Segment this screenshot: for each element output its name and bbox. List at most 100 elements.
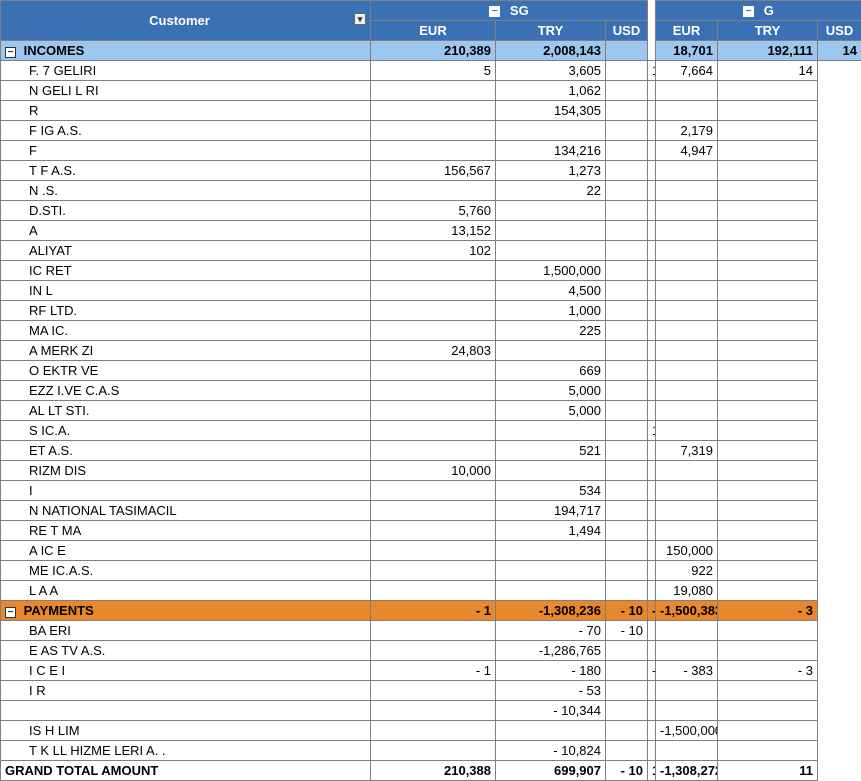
cell	[606, 421, 648, 441]
cell	[606, 221, 648, 241]
cell	[656, 361, 718, 381]
cell	[606, 61, 648, 81]
cell	[648, 201, 656, 221]
cell	[718, 421, 818, 441]
table-row[interactable]: BA ERI- 70- 10	[1, 621, 861, 641]
cell: 22	[496, 181, 606, 201]
table-row[interactable]: D.STI.5,760	[1, 201, 861, 221]
table-row[interactable]: RE T MA1,494	[1, 521, 861, 541]
incomes-section-row[interactable]: − INCOMES 210,389 2,008,143 18,701 192,1…	[1, 41, 861, 61]
col-usd2[interactable]: USD	[818, 21, 861, 41]
cell: - 53	[496, 681, 606, 701]
table-row[interactable]: MA IC. 225	[1, 321, 861, 341]
table-row[interactable]: N .S.22	[1, 181, 861, 201]
table-row[interactable]: A MERK ZI24,803	[1, 341, 861, 361]
cell: 24,803	[371, 341, 496, 361]
cell	[648, 621, 656, 641]
cell	[656, 241, 718, 261]
table-row[interactable]: AL LT STI.5,000	[1, 401, 861, 421]
financial-pivot-table: Customer ▾ − SG − G EUR TRY USD EUR TRY …	[0, 0, 861, 781]
table-row[interactable]: - 10,344	[1, 701, 861, 721]
cell	[648, 461, 656, 481]
cell	[656, 421, 718, 441]
table-row[interactable]: IS H LIM-1,500,000	[1, 721, 861, 741]
cell: 150,000	[656, 541, 718, 561]
table-row[interactable]: N NATIONAL TASIMACIL194,717	[1, 501, 861, 521]
collapse-icon[interactable]: −	[5, 47, 16, 58]
collapse-icon[interactable]: −	[743, 6, 754, 17]
cell: 4,947	[656, 141, 718, 161]
cell	[648, 721, 656, 741]
col-try2[interactable]: TRY	[718, 21, 818, 41]
table-row[interactable]: IN L4,500	[1, 281, 861, 301]
cell	[648, 181, 656, 201]
table-row[interactable]: I534	[1, 481, 861, 501]
cell: 11	[718, 761, 818, 781]
cell	[496, 221, 606, 241]
customer-header[interactable]: Customer ▾	[1, 1, 371, 41]
customer-label: Customer	[149, 13, 210, 28]
cell	[606, 401, 648, 421]
row-label: ALIYAT	[1, 241, 371, 261]
group1-header[interactable]: − SG	[371, 1, 648, 21]
cell	[718, 201, 818, 221]
col-eur2[interactable]: EUR	[656, 21, 718, 41]
cell	[606, 241, 648, 261]
table-row[interactable]: I R- 53	[1, 681, 861, 701]
table-row[interactable]: S IC.A. 18,700	[1, 421, 861, 441]
cell	[648, 161, 656, 181]
cell	[496, 541, 606, 561]
cell: 521	[496, 441, 606, 461]
table-row[interactable]: F IG A.S.2,179	[1, 121, 861, 141]
collapse-icon[interactable]: −	[489, 6, 500, 17]
row-label: L A A	[1, 581, 371, 601]
cell: 225	[496, 321, 606, 341]
cell	[496, 721, 606, 741]
table-row[interactable]: E AS TV A.S.-1,286,765	[1, 641, 861, 661]
table-row[interactable]: F. 7 GELIRI53,60517,66414	[1, 61, 861, 81]
table-row[interactable]: RIZM DIS10,000	[1, 461, 861, 481]
payments-section-row[interactable]: − PAYMENTS - 1 -1,308,236 - 10 - 0 -1,50…	[1, 601, 861, 621]
table-row[interactable]: O EKTR VE669	[1, 361, 861, 381]
cell	[656, 181, 718, 201]
cell	[606, 261, 648, 281]
table-row[interactable]: I C E I- 1- 180- 0- 383- 3	[1, 661, 861, 681]
cell	[606, 441, 648, 461]
col-eur1[interactable]: EUR	[371, 21, 496, 41]
table-row[interactable]: EZZ I.VE C.A.S5,000	[1, 381, 861, 401]
cell	[718, 341, 818, 361]
table-row[interactable]: A IC E150,000	[1, 541, 861, 561]
cell	[371, 621, 496, 641]
cell	[656, 301, 718, 321]
col-try1[interactable]: TRY	[496, 21, 606, 41]
table-row[interactable]: L A A 19,080	[1, 581, 861, 601]
table-row[interactable]: T F A.S.156,5671,273	[1, 161, 861, 181]
table-row[interactable]: ME IC.A.S.922	[1, 561, 861, 581]
cell: 534	[496, 481, 606, 501]
cell	[718, 641, 818, 661]
cell	[718, 701, 818, 721]
cell	[371, 581, 496, 601]
cell: 1,494	[496, 521, 606, 541]
table-row[interactable]: F134,2164,947	[1, 141, 861, 161]
cell: -1,308,236	[496, 601, 606, 621]
table-row[interactable]: R154,305	[1, 101, 861, 121]
row-label: MA IC.	[1, 321, 371, 341]
table-row[interactable]: T K LL HIZME LERI A. .- 10,824	[1, 741, 861, 761]
table-row[interactable]: RF LTD.1,000	[1, 301, 861, 321]
cell	[371, 421, 496, 441]
table-row[interactable]: IC RET1,500,000	[1, 261, 861, 281]
col-usd1[interactable]: USD	[606, 21, 648, 41]
table-row[interactable]: N GELI L RI1,062	[1, 81, 861, 101]
cell: - 1	[371, 601, 496, 621]
table-row[interactable]: ET A.S.5217,319	[1, 441, 861, 461]
row-label: D.STI.	[1, 201, 371, 221]
cell: 19,080	[656, 581, 718, 601]
cell	[371, 381, 496, 401]
collapse-icon[interactable]: −	[5, 607, 16, 618]
cell	[656, 461, 718, 481]
filter-dropdown-icon[interactable]: ▾	[354, 13, 366, 25]
table-row[interactable]: ALIYAT102	[1, 241, 861, 261]
group2-header[interactable]: − G	[656, 1, 861, 21]
table-row[interactable]: A13,152	[1, 221, 861, 241]
